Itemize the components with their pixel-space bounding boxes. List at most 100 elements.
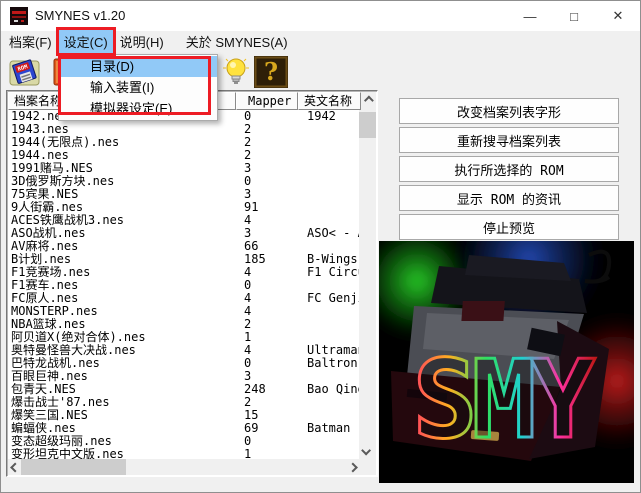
menu-item-emulator-settings[interactable]: 模拟器设定(E) <box>59 98 217 119</box>
table-row[interactable]: 百眼巨神.nes 3 <box>8 370 360 383</box>
table-cell: 0 <box>244 357 252 370</box>
table-row[interactable]: 爆击战士'87.nes 2 <box>8 396 360 409</box>
table-cell: 75宾果.NES <box>11 188 79 201</box>
preview-image: SMY <box>379 241 634 483</box>
horizontal-scrollbar[interactable] <box>8 459 359 475</box>
table-cell <box>301 370 360 383</box>
file-list-rows: 1942.nes 0 1942 1943.nes 2 1944(无限点).nes 2 1944… <box>8 110 360 461</box>
table-cell: 包青天.NES <box>11 383 76 396</box>
table-row[interactable]: 蝙蝠侠.nes 69 Batman <box>8 422 360 435</box>
table-cell: F1 Circus <box>307 266 360 279</box>
table-row[interactable]: 奥特曼怪兽大决战.nes 4 Ultraman <box>8 344 360 357</box>
load-rom-icon[interactable]: ROM <box>8 56 42 88</box>
table-cell: 3D俄罗斯方块.nes <box>11 175 115 188</box>
minimize-button[interactable]: — <box>508 1 552 31</box>
table-row[interactable]: 9人街霸.nes 91 <box>8 201 360 214</box>
table-row[interactable]: FC原人.nes 4 FC Genjin <box>8 292 360 305</box>
menu-item-help[interactable]: 说明(H) <box>115 30 169 53</box>
menu-item-directory[interactable]: 目录(D) <box>59 56 217 77</box>
table-cell: AV麻将.nes <box>11 240 79 253</box>
column-header-english-name[interactable]: 英文名称 <box>298 92 361 110</box>
table-cell: B计划.nes <box>11 253 72 266</box>
table-cell: ASO< - Ar <box>307 227 360 240</box>
stop-preview-button[interactable]: 停止预览 <box>399 214 619 240</box>
table-row[interactable]: MONSTERP.nes 4 <box>8 305 360 318</box>
table-cell: 巴特龙战机.nes <box>11 357 100 370</box>
table-cell <box>301 175 360 188</box>
table-row[interactable]: 变态超级玛丽.nes 0 <box>8 435 360 448</box>
table-cell: 2 <box>244 149 252 162</box>
maximize-button[interactable]: □ <box>552 1 596 31</box>
table-cell: 3 <box>244 162 252 175</box>
table-row[interactable]: ACES铁鹰战机3.nes 4 <box>8 214 360 227</box>
run-selected-rom-button[interactable]: 执行所选择的 ROM <box>399 156 619 182</box>
help-icon[interactable]: ? <box>254 56 288 88</box>
table-cell: 4 <box>244 292 252 305</box>
table-cell: 0 <box>244 175 252 188</box>
scroll-right-button[interactable] <box>343 459 359 475</box>
menu-item-about[interactable]: 关於 SMYNES(A) <box>181 30 293 53</box>
table-row[interactable]: F1赛车.nes 0 <box>8 279 360 292</box>
scroll-up-button[interactable] <box>359 92 376 109</box>
table-cell <box>301 279 360 292</box>
table-cell: 0 <box>244 279 252 292</box>
change-list-font-button[interactable]: 改变档案列表字形 <box>399 98 619 124</box>
horizontal-scroll-thumb[interactable] <box>21 459 126 475</box>
table-cell: 2 <box>244 396 252 409</box>
close-button[interactable]: ✕ <box>596 1 640 31</box>
table-row[interactable]: 包青天.NES 248 Bao Qing <box>8 383 360 396</box>
table-row[interactable]: ASO战机.nes 3 ASO< - Ar <box>8 227 360 240</box>
table-cell: F1赛车.nes <box>11 279 79 292</box>
table-cell <box>301 240 360 253</box>
table-row[interactable]: NBA篮球.nes 2 <box>8 318 360 331</box>
show-rom-info-button[interactable]: 显示 ROM 的资讯 <box>399 185 619 211</box>
table-cell: 2 <box>244 318 252 331</box>
table-row[interactable]: AV麻将.nes 66 <box>8 240 360 253</box>
table-cell: 0 <box>244 110 252 123</box>
table-row[interactable]: 巴特龙战机.nes 0 Baltron <box>8 357 360 370</box>
table-cell: Bao Qing <box>307 383 360 396</box>
app-icon <box>10 7 28 25</box>
table-row[interactable]: 3D俄罗斯方块.nes 0 <box>8 175 360 188</box>
table-cell: 1943.nes <box>11 123 69 136</box>
column-header-mapper[interactable]: Mapper <box>236 92 298 110</box>
table-cell: 4 <box>244 305 252 318</box>
table-cell: Ultraman <box>307 344 360 357</box>
table-row[interactable]: 爆笑三国.NES 15 <box>8 409 360 422</box>
table-cell <box>301 318 360 331</box>
help-glyph: ? <box>264 57 278 86</box>
table-row[interactable]: 阿贝道X(绝对合体).nes 1 <box>8 331 360 344</box>
table-row[interactable]: 1991赌马.NES 3 <box>8 162 360 175</box>
menu-item-input-device[interactable]: 输入装置(I) <box>59 77 217 98</box>
table-cell: 1991赌马.NES <box>11 162 93 175</box>
table-cell <box>301 305 360 318</box>
table-row[interactable]: 75宾果.NES 3 <box>8 188 360 201</box>
menu-item-file[interactable]: 档案(F) <box>4 30 57 53</box>
rescan-file-list-button[interactable]: 重新搜寻档案列表 <box>399 127 619 153</box>
table-row[interactable]: F1竞赛场.nes 4 F1 Circus <box>8 266 360 279</box>
table-cell <box>301 188 360 201</box>
table-cell: 69 <box>244 422 259 435</box>
table-cell: FC原人.nes <box>11 292 79 305</box>
table-cell: 4 <box>244 214 252 227</box>
scroll-down-button[interactable] <box>359 442 376 459</box>
table-row[interactable]: 1943.nes 2 <box>8 123 360 136</box>
table-cell: 185 <box>244 253 266 266</box>
menu-bar: 档案(F) 设定(C) 说明(H) 关於 SMYNES(A) <box>1 29 640 53</box>
table-cell: MONSTERP.nes <box>11 305 98 318</box>
table-cell <box>301 409 360 422</box>
vertical-scrollbar[interactable] <box>359 92 376 459</box>
table-cell: 爆击战士'87.nes <box>11 396 110 409</box>
table-cell: 1944(无限点).nes <box>11 136 120 149</box>
table-cell <box>301 123 360 136</box>
table-row[interactable]: B计划.nes 185 B-Wings <box>8 253 360 266</box>
table-row[interactable]: 1944(无限点).nes 2 <box>8 136 360 149</box>
table-cell: 蝙蝠侠.nes <box>11 422 76 435</box>
menu-item-settings[interactable]: 设定(C) <box>58 29 113 53</box>
vertical-scroll-thumb[interactable] <box>359 112 376 138</box>
lightbulb-icon[interactable] <box>219 56 253 88</box>
table-cell: B-Wings <box>307 253 358 266</box>
table-cell: 奥特曼怪兽大决战.nes <box>11 344 136 357</box>
table-row[interactable]: 1944.nes 2 <box>8 149 360 162</box>
table-cell: 百眼巨神.nes <box>11 370 88 383</box>
